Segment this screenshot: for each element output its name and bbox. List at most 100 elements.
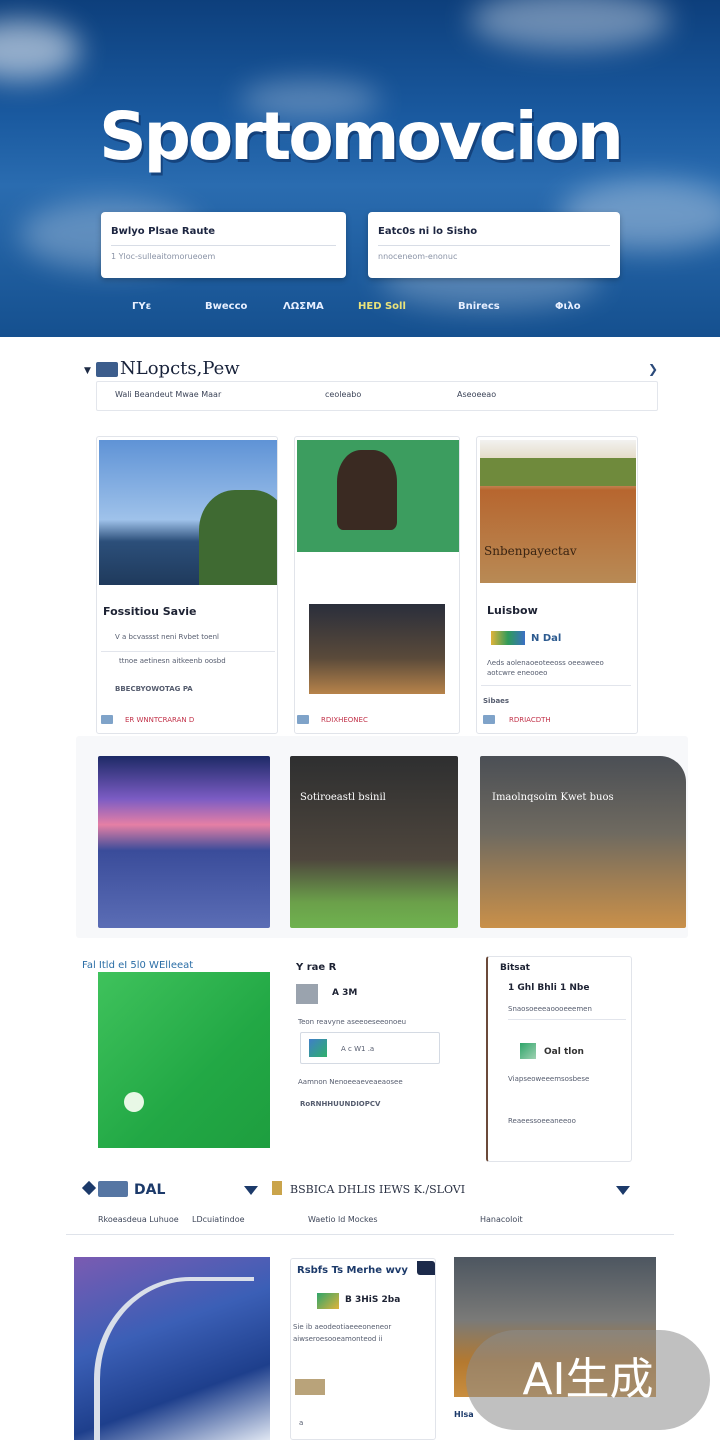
card-footer[interactable]: ER WNNTCRARAN D xyxy=(125,716,194,724)
badge-label: B 3HiS 2ba xyxy=(345,1295,401,1305)
chevron-right-icon[interactable]: ❯ xyxy=(648,362,658,376)
card-text: aotcwre eneooeo xyxy=(487,669,548,677)
card-text: V a bcvassst neni Rvbet toenl xyxy=(115,633,219,641)
hero-card-subtitle: 1 Yloc-sulleaitomorueoem xyxy=(111,245,336,261)
figure-shape xyxy=(337,450,397,530)
badge-icon xyxy=(520,1043,536,1059)
tag-icon xyxy=(297,715,309,724)
card-text: ttnoe aetinesn aitkeenb oosbd xyxy=(119,657,226,665)
divider xyxy=(481,685,631,686)
card-heading: Luisbow xyxy=(487,604,538,617)
card-text: Teon reavyne aseeoeseeonoeu xyxy=(298,1018,407,1026)
nav-item[interactable]: Φιλο xyxy=(555,301,581,312)
card-text: Aamnon Nenoeeaeveaeaosee xyxy=(298,1078,403,1086)
hero-card-title: Eatc0s ni lo Sisho xyxy=(378,226,478,237)
cloud xyxy=(0,20,80,80)
foliage xyxy=(480,458,636,486)
stadium-roof-image[interactable] xyxy=(74,1257,270,1440)
hero-title: Sportomovcion xyxy=(99,98,624,175)
card-text: Reaeessoeeaneeoo xyxy=(508,1117,576,1125)
seaside-image xyxy=(99,440,277,585)
content-card[interactable]: Fossitiou Savie V a bcvassst neni Rvbet … xyxy=(96,436,278,734)
tag-icon xyxy=(483,715,495,724)
thumbnail-icon xyxy=(295,1379,325,1395)
card-text: BBECBYOWOTAG PA xyxy=(115,685,193,693)
divider xyxy=(101,651,275,652)
ai-generated-watermark: AI生成 xyxy=(466,1330,710,1430)
content-card[interactable]: Rsbfs Ts Merhe wvy B 3HiS 2ba Sie ib aeo… xyxy=(290,1258,436,1440)
shield-icon xyxy=(272,1181,282,1195)
divider xyxy=(508,1019,626,1020)
card-subheading: A 3M xyxy=(332,988,358,998)
nav-item[interactable]: ΓΥε xyxy=(132,301,151,312)
nav-item[interactable]: HED Soll xyxy=(358,301,406,312)
card-heading: Rsbfs Ts Merhe wvy xyxy=(297,1265,408,1276)
card-footer: Hlsa xyxy=(454,1410,474,1419)
card-text: Sibaes xyxy=(483,697,510,705)
collapse-arrow-icon[interactable]: ▼ xyxy=(84,366,91,376)
stadium-image[interactable] xyxy=(98,756,270,928)
section-tab[interactable]: LDcuiatindoe xyxy=(192,1215,245,1224)
sign-text: Snbenpayectav xyxy=(484,544,577,558)
tree-shape xyxy=(199,490,277,585)
section-tab[interactable]: Rkoeasdeua Luhuoe xyxy=(98,1215,179,1224)
badge-label: Oal tlon xyxy=(544,1047,584,1057)
dropdown-arrow-icon[interactable] xyxy=(244,1186,258,1195)
hall-image xyxy=(309,604,445,694)
corner-badge xyxy=(417,1261,435,1275)
logo-badge-icon xyxy=(491,631,525,645)
field-image xyxy=(297,440,459,552)
content-card[interactable]: Y rae R A 3M Teon reavyne aseeoeseeonoeu… xyxy=(290,958,460,1154)
hero-card-subtitle: nnoceneom-enonuc xyxy=(378,245,610,261)
card-heading: Fal Itld eI 5l0 WElleeat xyxy=(82,960,194,971)
section-tab[interactable]: Waetio ld Mockes xyxy=(308,1215,378,1224)
section-title: BSBICA DHLIS IEWS K./SLOVI xyxy=(290,1183,466,1196)
arena-image[interactable]: Imaolnqsoim Kwet buos xyxy=(480,756,686,928)
badge-label: N Dal xyxy=(531,633,562,644)
logo-mark-icon xyxy=(81,1180,97,1196)
filter-item[interactable]: Aseoeeao xyxy=(457,390,496,399)
info-box[interactable]: A c W1 .a xyxy=(300,1032,440,1064)
card-text: Viapseoweeemsosbese xyxy=(508,1075,590,1083)
section-icon xyxy=(98,1181,128,1197)
card-text: RoRNHHUUNDIOPCV xyxy=(300,1100,381,1108)
logo-badge-icon xyxy=(317,1293,339,1309)
card-footer[interactable]: RDRIACDTH xyxy=(509,716,551,724)
filter-item[interactable]: Wali Beandeut Mwae Maar xyxy=(115,390,221,399)
card-text: aiwseroesooeamonteod ii xyxy=(293,1335,383,1343)
content-card[interactable]: RDIXHEONEC xyxy=(294,436,460,734)
nav-item[interactable]: ΛΩΣΜΑ xyxy=(283,301,324,312)
card-text: Λeds aolenaoeoteeoss oeeaweeo xyxy=(487,659,604,667)
dropdown-arrow-icon[interactable] xyxy=(616,1186,630,1195)
content-card[interactable]: Bitsat 1 Ghl Bhli 1 Nbe Snaosoeeeaoooeee… xyxy=(486,956,632,1162)
nav-item[interactable]: Bwecco xyxy=(205,301,247,312)
section-tab[interactable]: Hanacoloit xyxy=(480,1215,523,1224)
section-title: NLopcts,Pew xyxy=(120,358,240,379)
filter-bar: Wali Beandeut Mwae Maar ceoleabo Aseoeea… xyxy=(96,381,658,411)
card-footer[interactable]: RDIXHEONEC xyxy=(321,716,368,724)
section-header: DAL BSBICA DHLIS IEWS K./SLOVI Rkoeasdeu… xyxy=(66,1163,674,1235)
section-icon xyxy=(96,362,118,377)
card-text: A c W1 .a xyxy=(341,1045,375,1053)
hero-nav: ΓΥε Bwecco ΛΩΣΜΑ HED Soll Bnirecs Φιλο xyxy=(0,298,720,320)
image-caption: Sotiroeastl bsinil xyxy=(300,792,386,803)
card-text: a xyxy=(299,1419,304,1427)
nav-item[interactable]: Bnirecs xyxy=(458,301,500,312)
chart-icon xyxy=(309,1039,327,1057)
card-heading: Bitsat xyxy=(500,963,530,973)
card-subheading: 1 Ghl Bhli 1 Nbe xyxy=(508,983,590,993)
hero-card-title: Bwlyo Plsae Raute xyxy=(111,226,216,237)
content-card[interactable]: Snbenpayectav Luisbow N Dal Λeds aolenao… xyxy=(476,436,638,734)
card-heading: Fossitiou Savie xyxy=(103,605,197,618)
gym-image[interactable]: Sotiroeastl bsinil xyxy=(290,756,458,928)
image-caption: Imaolnqsoim Kwet buos xyxy=(492,792,614,803)
filter-item[interactable]: ceoleabo xyxy=(325,390,361,399)
hero-card-right[interactable]: Eatc0s ni lo Sisho nnoceneom-enonuc xyxy=(368,212,620,278)
card-text: Snaosoeeeaoooeeemen xyxy=(508,1005,592,1013)
ball-icon xyxy=(124,1092,144,1112)
section-label[interactable]: DAL xyxy=(134,1182,165,1198)
sign-image: Snbenpayectav xyxy=(480,440,636,583)
pitch-image[interactable] xyxy=(98,972,270,1148)
hero-card-left[interactable]: Bwlyo Plsae Raute 1 Yloc-sulleaitomorueo… xyxy=(101,212,346,278)
card-text: Sie ib aeodeotiaeeeoneneor xyxy=(293,1323,392,1331)
